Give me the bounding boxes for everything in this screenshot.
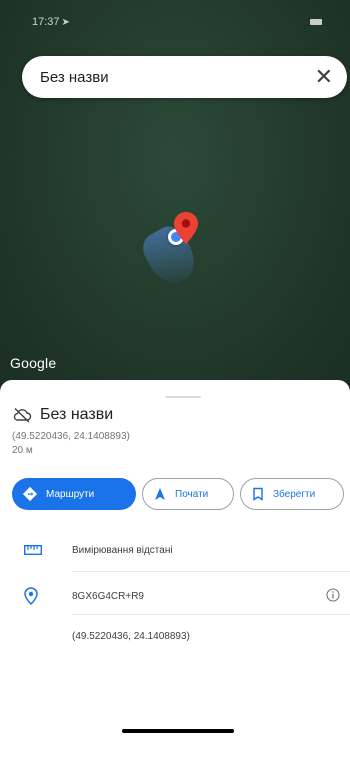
battery-icon	[310, 19, 322, 25]
dropped-pin-icon[interactable]	[174, 212, 198, 244]
map-view[interactable]: 17:37 ➤ Без назви ✕ Google	[0, 0, 350, 392]
plus-code-row[interactable]: 8GX6G4CR+R9	[0, 584, 350, 608]
coordinates-value: (49.5220436, 24.1408893)	[72, 630, 190, 642]
location-arrow-icon: ➤	[61, 17, 70, 28]
navigation-arrow-icon	[155, 488, 165, 500]
directions-icon	[22, 486, 38, 502]
place-title: Без назви	[40, 406, 114, 423]
home-indicator[interactable]	[122, 729, 234, 733]
place-sheet: Без назви (49.5220436, 24.1408893) 20 м …	[0, 380, 350, 762]
status-time: 17:37 ➤	[32, 16, 70, 28]
location-pin-icon	[24, 587, 38, 605]
measure-distance-label: Вимірювання відстані	[72, 544, 173, 556]
start-button[interactable]: Почати	[142, 478, 234, 510]
save-label: Зберегти	[273, 488, 316, 500]
search-title[interactable]: Без назви	[40, 69, 315, 86]
info-icon[interactable]	[326, 588, 340, 602]
coordinates-row[interactable]: (49.5220436, 24.1408893)	[0, 624, 350, 648]
measure-distance-row[interactable]: Вимірювання відстані	[0, 538, 350, 562]
ruler-icon	[24, 545, 42, 555]
plus-code: 8GX6G4CR+R9	[72, 590, 144, 602]
status-bar: 17:37 ➤	[0, 0, 350, 44]
drag-handle[interactable]	[165, 396, 201, 398]
action-buttons: Маршрути Почати Зберегти	[12, 478, 344, 510]
divider	[72, 614, 350, 615]
cloud-off-icon	[13, 407, 32, 423]
close-icon[interactable]: ✕	[315, 66, 333, 88]
save-button[interactable]: Зберегти	[240, 478, 344, 510]
place-distance: 20 м	[12, 445, 33, 456]
place-title-row: Без назви	[12, 406, 113, 424]
directions-button[interactable]: Маршрути	[12, 478, 136, 510]
search-bar[interactable]: Без назви ✕	[22, 56, 347, 98]
place-coordinates: (49.5220436, 24.1408893)	[12, 431, 130, 442]
divider	[72, 571, 350, 572]
directions-label: Маршрути	[46, 488, 95, 500]
start-label: Почати	[175, 488, 209, 500]
bookmark-icon	[253, 487, 263, 501]
google-logo: Google	[10, 355, 57, 371]
